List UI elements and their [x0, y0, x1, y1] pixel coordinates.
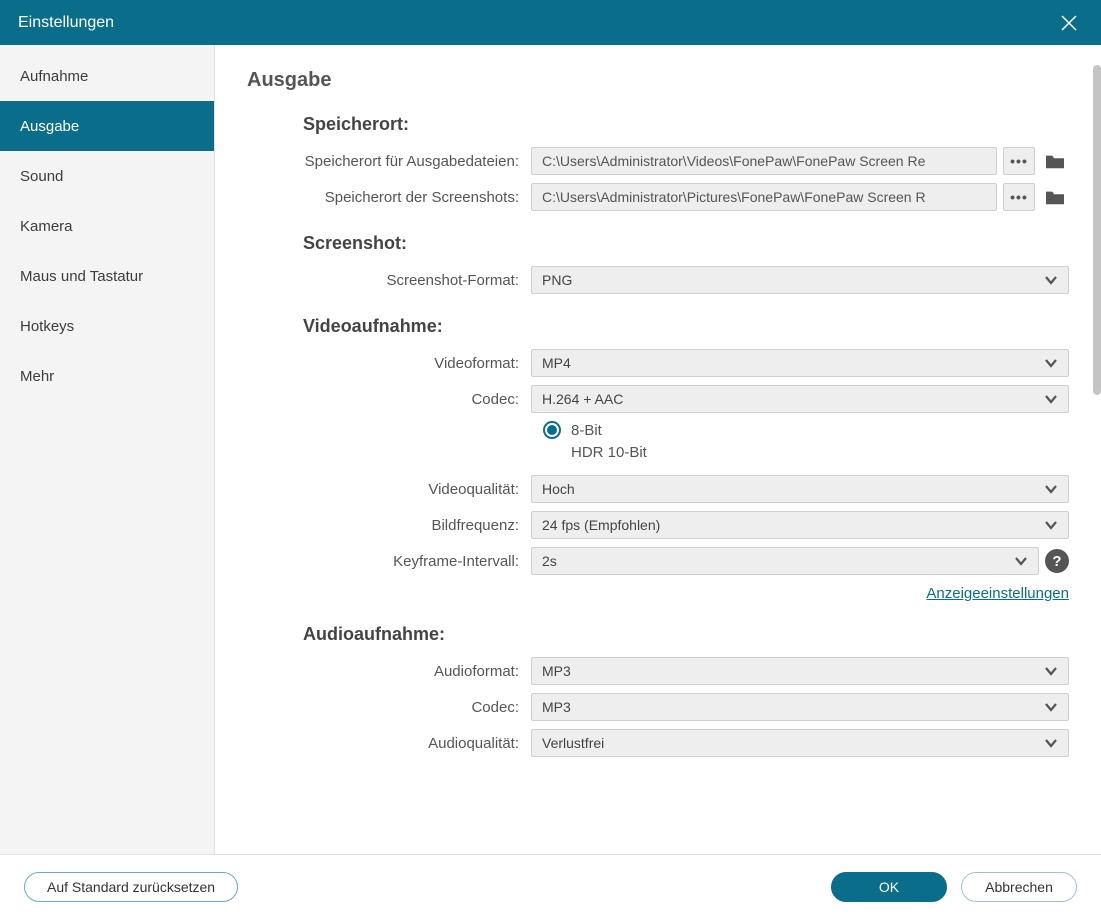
output-path-open-folder-icon[interactable]	[1041, 149, 1069, 173]
bitdepth-hdr-label: HDR 10-Bit	[571, 444, 647, 461]
sidebar-item-label: Maus und Tastatur	[20, 268, 143, 285]
chevron-down-icon	[1044, 700, 1058, 714]
chevron-down-icon	[1044, 392, 1058, 406]
video-codec-select[interactable]: H.264 + AAC	[531, 385, 1069, 413]
sidebar-item-maus-tastatur[interactable]: Maus und Tastatur	[0, 251, 214, 301]
section-title-screenshot: Screenshot:	[303, 233, 1069, 254]
keyframe-select[interactable]: 2s	[531, 547, 1039, 575]
screenshot-format-select[interactable]: PNG	[531, 266, 1069, 294]
select-value: MP4	[542, 355, 571, 371]
sidebar-item-mehr[interactable]: Mehr	[0, 351, 214, 401]
footer: Auf Standard zurücksetzen OK Abbrechen	[0, 854, 1101, 918]
framerate-select[interactable]: 24 fps (Empfohlen)	[531, 511, 1069, 539]
chevron-down-icon	[1044, 664, 1058, 678]
sidebar-item-label: Hotkeys	[20, 318, 74, 335]
page-title: Ausgabe	[247, 69, 1069, 92]
section-title-audio: Audioaufnahme:	[303, 624, 1069, 645]
bitdepth-8bit-label: 8-Bit	[571, 422, 602, 439]
videoformat-select[interactable]: MP4	[531, 349, 1069, 377]
label-video-codec: Codec:	[247, 391, 531, 408]
sidebar-item-ausgabe[interactable]: Ausgabe	[0, 101, 214, 151]
scrollbar-track[interactable]	[1093, 65, 1101, 854]
select-value: 2s	[542, 553, 557, 569]
chevron-down-icon	[1044, 356, 1058, 370]
sidebar-item-aufnahme[interactable]: Aufnahme	[0, 51, 214, 101]
label-video-quality: Videoqualität:	[247, 481, 531, 498]
select-value: H.264 + AAC	[542, 391, 623, 407]
output-path-more-button[interactable]: •••	[1003, 147, 1035, 175]
sidebar-item-sound[interactable]: Sound	[0, 151, 214, 201]
scrollbar-thumb[interactable]	[1093, 65, 1101, 395]
audioformat-select[interactable]: MP3	[531, 657, 1069, 685]
label-keyframe: Keyframe-Intervall:	[247, 553, 531, 570]
label-audio-quality: Audioqualität:	[247, 735, 531, 752]
label-audioformat: Audioformat:	[247, 663, 531, 680]
main-scroll[interactable]: Ausgabe Speicherort: Speicherort für Aus…	[215, 45, 1101, 854]
select-value: MP3	[542, 699, 571, 715]
select-value: PNG	[542, 272, 572, 288]
output-path-field[interactable]: C:\Users\Administrator\Videos\FonePaw\Fo…	[531, 147, 997, 175]
window-title: Einstellungen	[18, 14, 1055, 32]
sidebar-item-label: Kamera	[20, 218, 73, 235]
audio-quality-select[interactable]: Verlustfrei	[531, 729, 1069, 757]
label-videoformat: Videoformat:	[247, 355, 531, 372]
bitdepth-8bit-radio[interactable]	[543, 421, 561, 439]
section-title-video: Videoaufnahme:	[303, 316, 1069, 337]
sidebar-item-label: Ausgabe	[20, 118, 79, 135]
cancel-button[interactable]: Abbrechen	[961, 872, 1077, 902]
select-value: 24 fps (Empfohlen)	[542, 517, 660, 533]
display-settings-link[interactable]: Anzeigeeinstellungen	[926, 585, 1069, 602]
window-titlebar: Einstellungen	[0, 0, 1101, 45]
sidebar-item-hotkeys[interactable]: Hotkeys	[0, 301, 214, 351]
chevron-down-icon	[1044, 736, 1058, 750]
ok-button[interactable]: OK	[831, 872, 947, 902]
screenshot-path-more-button[interactable]: •••	[1003, 183, 1035, 211]
screenshot-path-open-folder-icon[interactable]	[1041, 185, 1069, 209]
video-quality-select[interactable]: Hoch	[531, 475, 1069, 503]
select-value: MP3	[542, 663, 571, 679]
sidebar-item-label: Aufnahme	[20, 68, 88, 85]
chevron-down-icon	[1044, 482, 1058, 496]
chevron-down-icon	[1044, 273, 1058, 287]
close-icon[interactable]	[1055, 9, 1083, 37]
audio-codec-select[interactable]: MP3	[531, 693, 1069, 721]
sidebar-item-kamera[interactable]: Kamera	[0, 201, 214, 251]
screenshot-path-field[interactable]: C:\Users\Administrator\Pictures\FonePaw\…	[531, 183, 997, 211]
label-framerate: Bildfrequenz:	[247, 517, 531, 534]
sidebar: Aufnahme Ausgabe Sound Kamera Maus und T…	[0, 45, 215, 854]
sidebar-item-label: Mehr	[20, 368, 54, 385]
label-audio-codec: Codec:	[247, 699, 531, 716]
label-screenshot-format: Screenshot-Format:	[247, 272, 531, 289]
chevron-down-icon	[1044, 518, 1058, 532]
select-value: Verlustfrei	[542, 735, 604, 751]
label-output-path: Speicherort für Ausgabedateien:	[247, 153, 531, 170]
chevron-down-icon	[1014, 554, 1028, 568]
section-title-speicherort: Speicherort:	[303, 114, 1069, 135]
keyframe-help-icon[interactable]: ?	[1045, 549, 1069, 573]
bitdepth-hdr-radio-placeholder	[543, 443, 561, 461]
select-value: Hoch	[542, 481, 575, 497]
reset-button[interactable]: Auf Standard zurücksetzen	[24, 872, 238, 902]
sidebar-item-label: Sound	[20, 168, 63, 185]
label-screenshot-path: Speicherort der Screenshots:	[247, 189, 531, 206]
main-pane: Ausgabe Speicherort: Speicherort für Aus…	[215, 45, 1101, 854]
